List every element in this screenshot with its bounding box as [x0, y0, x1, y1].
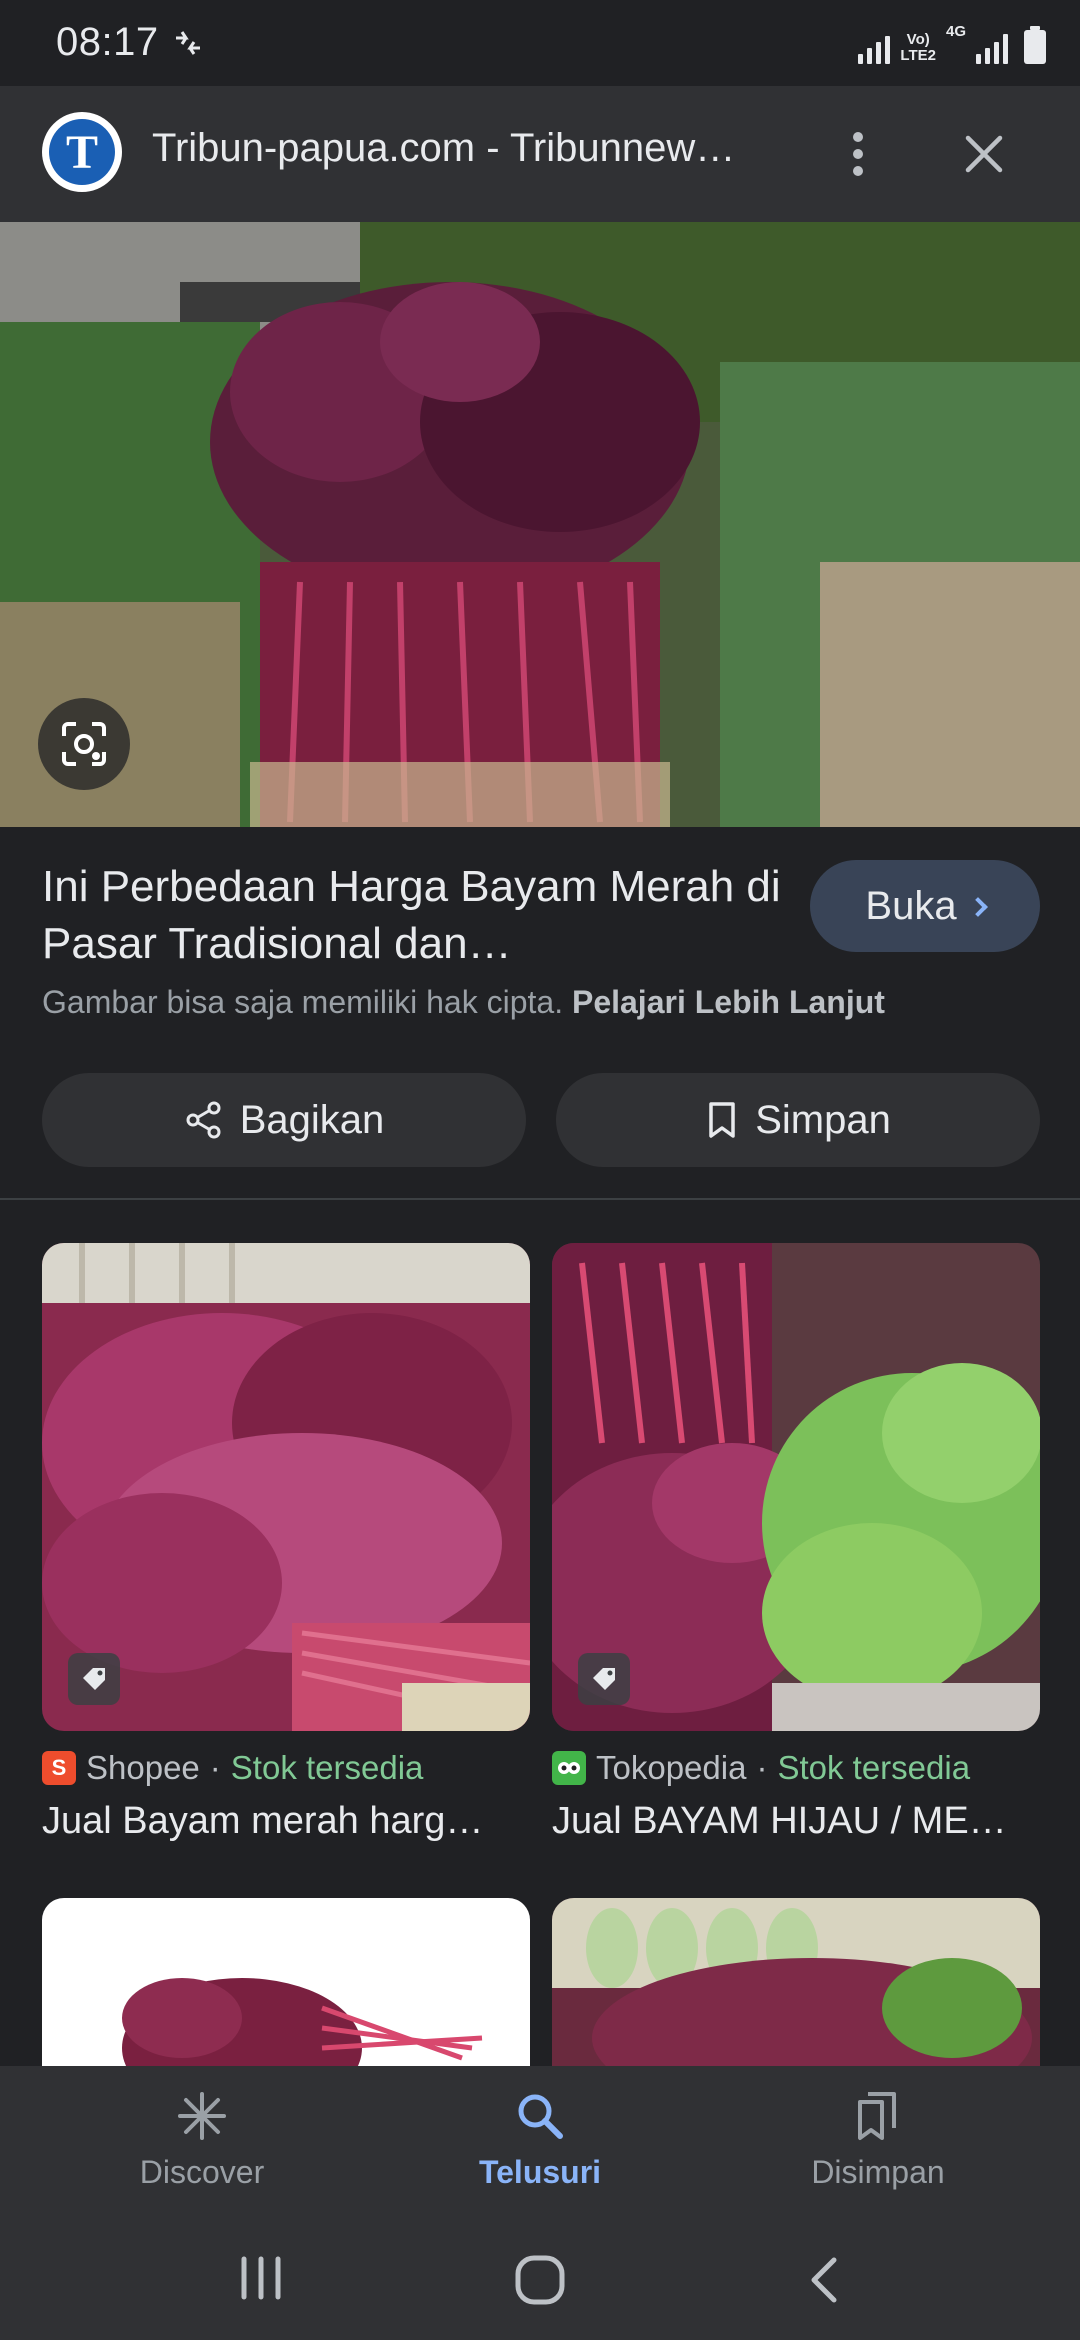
related-source-1: S Shopee · Stok tersedia — [42, 1748, 423, 1788]
status-time: 08:17 — [56, 20, 159, 64]
stock-status: Stok tersedia — [230, 1749, 424, 1786]
system-navigation-bar — [0, 2210, 1080, 2340]
site-logo-letter: T — [49, 119, 115, 185]
nav-discover[interactable]: Discover — [82, 2088, 322, 2191]
tokopedia-owl-icon — [558, 1762, 580, 1774]
volte-indicator: Vo) LTE2 — [900, 32, 936, 64]
red-spinach-photo — [0, 222, 1080, 827]
source-name: Tokopedia — [596, 1749, 747, 1786]
bookmark-icon — [709, 1102, 735, 1138]
bottom-navigation: Discover Telusuri Disimpan — [0, 2066, 1080, 2210]
share-label: Bagikan — [239, 1097, 385, 1142]
data-transfer-icon — [176, 31, 200, 55]
back-icon[interactable] — [804, 2254, 844, 2306]
nav-saved[interactable]: Disimpan — [758, 2088, 998, 2191]
signal-icon-2 — [976, 30, 1008, 64]
nav-saved-label: Disimpan — [811, 2154, 945, 2190]
network-line1: Vo) — [906, 31, 930, 48]
source-title[interactable]: Tribun-papua.com - Tribunnew… — [152, 126, 772, 171]
nav-search-label: Telusuri — [478, 2154, 602, 2190]
related-source-2: Tokopedia · Stok tersedia — [552, 1748, 970, 1788]
shopee-icon: S — [42, 1751, 76, 1785]
stock-status: Stok tersedia — [777, 1749, 971, 1786]
recent-apps-icon[interactable] — [236, 2255, 286, 2301]
chevron-right-icon — [967, 897, 988, 917]
related-title-2[interactable]: Jual BAYAM HIJAU / ME… — [552, 1800, 1040, 1843]
open-button-label: Buka — [865, 883, 957, 928]
related-image-1[interactable] — [42, 1243, 530, 1731]
section-divider — [0, 1198, 1080, 1200]
close-icon[interactable] — [960, 130, 1008, 178]
share-icon — [186, 1101, 221, 1139]
nav-discover-label: Discover — [139, 2154, 265, 2190]
tokopedia-icon — [552, 1751, 586, 1785]
copyright-notice: Gambar bisa saja memiliki hak cipta. Pel… — [42, 984, 885, 1021]
bookmarks-icon — [858, 2092, 896, 2140]
source-separator: · — [756, 1749, 768, 1786]
related-image-2[interactable] — [552, 1243, 1040, 1731]
asterisk-icon — [178, 2092, 226, 2140]
status-bar: 08:17 Vo) LTE2 4G — [0, 0, 1080, 86]
nav-search[interactable]: Telusuri — [420, 2088, 660, 2191]
shopping-tag-badge — [578, 1653, 630, 1705]
more-options-icon[interactable] — [840, 126, 876, 182]
learn-more-link[interactable]: Pelajari Lebih Lanjut — [572, 984, 885, 1020]
source-name: Shopee — [86, 1749, 200, 1786]
main-image[interactable] — [0, 222, 1080, 827]
signal-icon — [858, 30, 891, 64]
lens-search-button[interactable] — [38, 698, 130, 790]
save-label: Simpan — [755, 1097, 891, 1142]
related-title-1[interactable]: Jual Bayam merah harg… — [42, 1800, 530, 1843]
tag-icon — [593, 1668, 615, 1690]
camera-lens-icon — [62, 722, 106, 766]
search-icon — [518, 2094, 563, 2139]
network-type: 4G — [945, 23, 966, 40]
open-button[interactable]: Buka — [810, 860, 1040, 952]
save-button[interactable]: Simpan — [556, 1073, 1040, 1167]
battery-icon — [1024, 26, 1046, 64]
copyright-text: Gambar bisa saja memiliki hak cipta. — [42, 984, 564, 1020]
source-separator: · — [209, 1749, 221, 1786]
shopping-tag-badge — [68, 1653, 120, 1705]
tag-icon — [83, 1668, 105, 1690]
share-button[interactable]: Bagikan — [42, 1073, 526, 1167]
home-icon[interactable] — [514, 2254, 566, 2306]
network-line2: LTE2 — [900, 47, 936, 64]
result-title[interactable]: Ini Perbedaan Harga Bayam Merah di Pasar… — [42, 858, 782, 972]
viewer-header: T Tribun-papua.com - Tribunnew… — [0, 86, 1080, 222]
site-logo: T — [42, 112, 122, 192]
